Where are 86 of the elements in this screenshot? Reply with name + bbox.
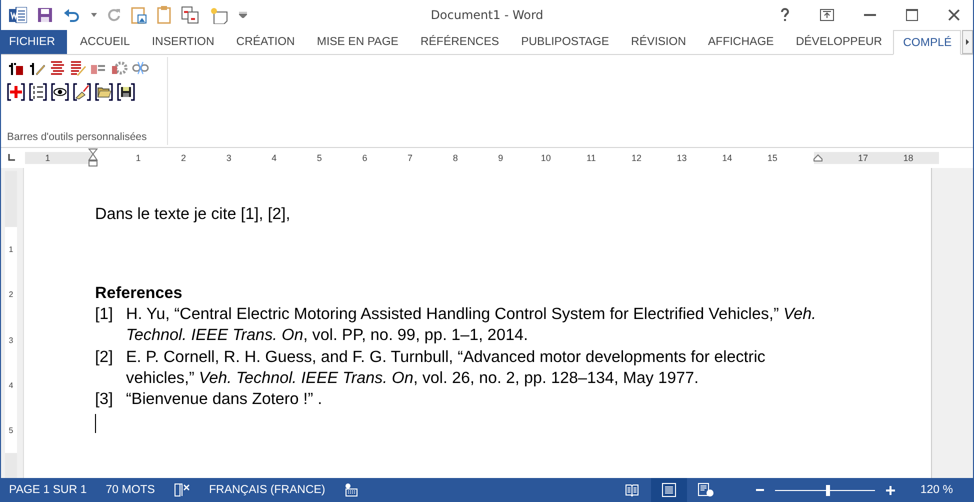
customize-caret-icon[interactable] bbox=[239, 12, 247, 18]
folder-icon[interactable] bbox=[95, 83, 113, 101]
window-title: Document1 - Word bbox=[430, 8, 544, 22]
reference-text: H. Yu, “Central Electric Motoring Assisted Handling Control System for Electrified Vehicles,” Veh. bbox=[126, 304, 816, 325]
word-count[interactable]: 70 MOTS bbox=[106, 484, 155, 496]
ruler-number: 1 bbox=[45, 153, 50, 163]
ruler-number: 14 bbox=[722, 153, 732, 163]
text-cursor bbox=[95, 414, 96, 434]
undo-icon[interactable] bbox=[63, 8, 81, 22]
ruler-number: 7 bbox=[408, 153, 413, 163]
close-icon[interactable] bbox=[948, 9, 960, 21]
ribbon-tab[interactable]: AFFICHAGE bbox=[697, 30, 785, 54]
brush-icon[interactable] bbox=[73, 83, 91, 101]
paragraph: Dans le texte je cite [1], [2], bbox=[95, 204, 292, 225]
ribbon-tab[interactable]: COMPLÉ bbox=[893, 30, 961, 55]
bibliography-icon[interactable] bbox=[49, 60, 65, 76]
book-icon[interactable] bbox=[625, 483, 640, 497]
ruler-number: 8 bbox=[452, 153, 458, 163]
tab-stop-icon[interactable] bbox=[6, 153, 16, 163]
ruler-number: 5 bbox=[316, 153, 322, 163]
eye-icon[interactable] bbox=[51, 83, 69, 101]
page-count[interactable]: PAGE 1 SUR 1 bbox=[9, 484, 87, 496]
file-tab[interactable]: FICHIER bbox=[1, 30, 67, 54]
ruler-number: 12 bbox=[632, 153, 642, 163]
zoom-slider-thumb[interactable] bbox=[826, 484, 830, 496]
save-icon[interactable] bbox=[37, 7, 53, 23]
numbered-list-icon[interactable] bbox=[29, 83, 47, 101]
ribbon-tab[interactable]: RÉVISION bbox=[620, 30, 698, 54]
new-page-icon[interactable] bbox=[209, 6, 229, 24]
ruler-number: 2 bbox=[5, 272, 17, 318]
floppy-disk-icon[interactable] bbox=[117, 83, 135, 101]
ruler-number: 18 bbox=[903, 153, 914, 163]
clipboard-icon[interactable] bbox=[157, 6, 171, 24]
ribbon-tab[interactable]: ACCUEIL bbox=[69, 30, 141, 54]
ribbon-tab[interactable]: CRÉATION bbox=[225, 30, 306, 54]
references-heading: References bbox=[95, 283, 184, 304]
unlink-icon[interactable] bbox=[132, 60, 149, 76]
ruler-number: 1 bbox=[5, 227, 17, 272]
web-page-icon[interactable] bbox=[698, 483, 714, 497]
scroll-right-icon[interactable] bbox=[962, 30, 973, 54]
ribbon-tab[interactable]: RÉFÉRENCES bbox=[409, 30, 510, 54]
add-bracket-icon[interactable] bbox=[7, 83, 25, 101]
ruler-number: 4 bbox=[5, 362, 17, 408]
indent-marker-icon[interactable] bbox=[88, 148, 98, 168]
caret-icon[interactable] bbox=[91, 13, 97, 17]
zoom-in-icon[interactable] bbox=[886, 486, 896, 494]
reference-number: [1] bbox=[95, 304, 114, 325]
ribbon-tab[interactable]: INSERTION bbox=[140, 30, 226, 54]
zoom-level[interactable]: 120 % bbox=[920, 484, 973, 496]
reference-number: [3] bbox=[95, 389, 114, 410]
proofing-icon[interactable] bbox=[174, 483, 190, 497]
ruler-number: 3 bbox=[226, 153, 232, 163]
ruler-number: 1 bbox=[136, 153, 141, 163]
language-indicator[interactable]: FRANÇAIS (FRANCE) bbox=[208, 484, 326, 496]
ruler-number: 9 bbox=[498, 153, 504, 163]
compare-icon[interactable] bbox=[181, 6, 199, 24]
ruler-number: 10 bbox=[540, 153, 551, 163]
gear-icon[interactable] bbox=[111, 60, 128, 76]
ribbon-display-icon[interactable] bbox=[820, 9, 834, 21]
ruler-number: 3 bbox=[5, 318, 17, 363]
ruler-number: 6 bbox=[362, 153, 368, 163]
edit-bibliography-icon[interactable] bbox=[69, 60, 86, 76]
ruler-number: 2 bbox=[181, 153, 186, 163]
right-indent-marker-icon[interactable] bbox=[812, 154, 823, 162]
print-view-button[interactable] bbox=[651, 478, 688, 502]
word-logo-icon[interactable] bbox=[9, 7, 27, 23]
page-icon[interactable] bbox=[662, 483, 676, 497]
reference-text: E. P. Cornell, R. H. Guess, and F. G. Turnbull, “Advanced motor developments for electric bbox=[126, 346, 766, 368]
ribbon-tab[interactable]: MISE EN PAGE bbox=[306, 30, 410, 54]
ribbon-tab[interactable]: PUBLIPOSTAGE bbox=[510, 30, 620, 54]
clipboard-picture-icon[interactable] bbox=[131, 6, 147, 24]
reference-text: “Bienvenue dans Zotero !” . bbox=[126, 389, 322, 410]
ruler-number: 4 bbox=[272, 153, 277, 163]
reference-text: vehicles,” Veh. Technol. IEEE Trans. On, vol. 26, no. 2, pp. 128–134, May 1977. bbox=[126, 368, 700, 389]
ruler-number: 15 bbox=[767, 153, 778, 163]
help-icon[interactable] bbox=[780, 8, 790, 22]
ruler-number: 11 bbox=[586, 153, 596, 163]
macro-icon[interactable] bbox=[344, 483, 358, 497]
ruler-number: 5 bbox=[5, 408, 17, 454]
ruler-number: 13 bbox=[676, 153, 687, 163]
ribbon-tab[interactable]: DÉVELOPPEUR bbox=[784, 30, 894, 54]
ribbon-group-label: Barres d'outils personnalisées bbox=[7, 131, 148, 145]
maximize-icon[interactable] bbox=[906, 9, 918, 21]
reference-number: [2] bbox=[95, 346, 114, 368]
ruler-number: 17 bbox=[858, 153, 868, 163]
reference-text: Technol. IEEE Trans. On, vol. PP, no. 99, pp. 1–1, 2014. bbox=[126, 325, 529, 346]
